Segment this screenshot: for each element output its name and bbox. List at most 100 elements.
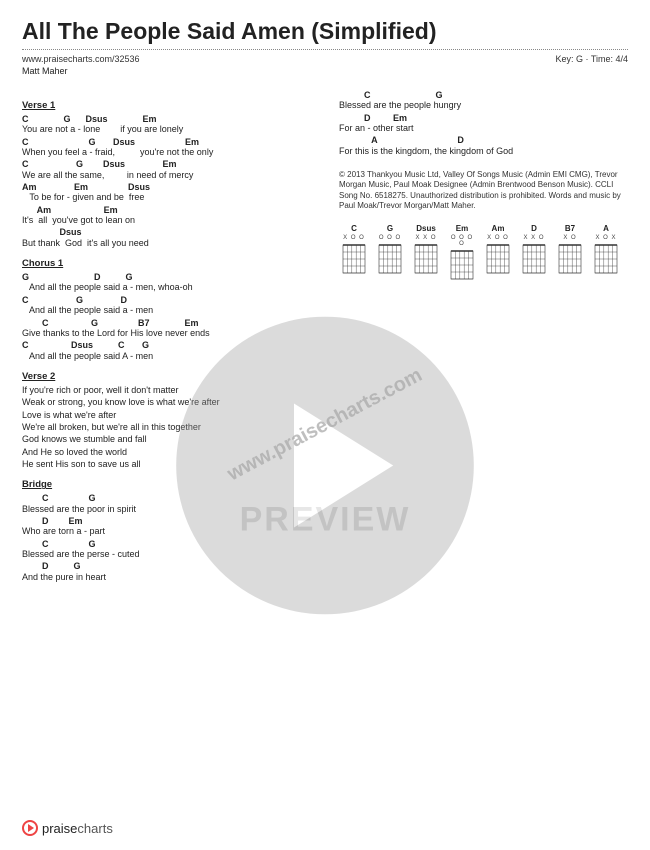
chord-row: C G D (22, 295, 311, 305)
lyric-line: Love is what we're after (22, 410, 311, 420)
section-label: Verse 2 (22, 371, 311, 382)
lyric-text: Blessed are the people hungry (339, 100, 628, 110)
lyric-text: You are not a - lone if you are lonely (22, 124, 311, 134)
lyric-text: Weak or strong, you know love is what we… (22, 397, 311, 407)
chord-label: C (339, 224, 369, 233)
lyric-text: It's all you've got to lean on (22, 215, 311, 225)
chord-row: G D G (22, 272, 311, 282)
chord-row: C G (339, 90, 628, 100)
lyric-line: C GBlessed are the perse - cuted (22, 539, 311, 560)
lyric-text: We're all broken, but we're all in this … (22, 422, 311, 432)
lyric-line: God knows we stumble and fall (22, 434, 311, 444)
section-label: Chorus 1 (22, 258, 311, 269)
left-column: Verse 1C G Dsus EmYou are not a - lone i… (22, 90, 311, 584)
lyric-text: Blessed are the poor in spirit (22, 504, 311, 514)
section-label: Verse 1 (22, 100, 311, 111)
chord-row: C G B7 Em (22, 318, 311, 328)
chord-row: Dsus (22, 227, 311, 237)
chord-label: A (591, 224, 621, 233)
lyric-text: And the pure in heart (22, 572, 311, 582)
lyric-line: Am Em Dsus To be for - given and be free (22, 182, 311, 203)
chord-diagram: Am X O O (483, 224, 513, 281)
lyric-line: C G Dsus EmYou are not a - lone if you a… (22, 114, 311, 135)
chord-label: D (519, 224, 549, 233)
chord-diagram: C X O O (339, 224, 369, 281)
chord-label: Am (483, 224, 513, 233)
chord-row: D Em (339, 113, 628, 123)
chord-row: C G Dsus Em (22, 159, 311, 169)
lyric-line: C G B7 EmGive thanks to the Lord for His… (22, 318, 311, 339)
page-title: All The People Said Amen (Simplified) (22, 18, 628, 45)
lyric-text: And all the people said a - men (22, 305, 311, 315)
lyric-line: C G D And all the people said a - men (22, 295, 311, 316)
chord-label: Em (447, 224, 477, 233)
lyric-line: C G Dsus EmWhen you feel a - fraid, you'… (22, 137, 311, 158)
copyright-text: © 2013 Thankyou Music Ltd, Valley Of Son… (339, 170, 628, 212)
chord-row: C G Dsus Em (22, 137, 311, 147)
chord-row: C Dsus C G (22, 340, 311, 350)
chord-label: Dsus (411, 224, 441, 233)
source-url: www.praisecharts.com/32536 (22, 54, 140, 64)
lyric-text: And all the people said a - men, whoa-oh (22, 282, 311, 292)
lyric-text: To be for - given and be free (22, 192, 311, 202)
divider (22, 49, 628, 50)
lyric-text: God knows we stumble and fall (22, 434, 311, 444)
chord-fretmarks: O O O O (447, 235, 477, 247)
chord-row: D G (22, 561, 311, 571)
chord-row: Am Em Dsus (22, 182, 311, 192)
chord-row: C G Dsus Em (22, 114, 311, 124)
chord-fretmarks: O O O (375, 235, 405, 241)
lyric-text: For this is the kingdom, the kingdom of … (339, 146, 628, 156)
chord-diagram: DsusX X O (411, 224, 441, 281)
lyric-text: He sent His son to save us all (22, 459, 311, 469)
footer-logo: praisecharts (22, 820, 113, 836)
lyric-line: C G Dsus EmWe are all the same, in need … (22, 159, 311, 180)
chord-diagram: B7X O (555, 224, 585, 281)
chord-fretmarks: X O O (339, 235, 369, 241)
lyric-line: Am EmIt's all you've got to lean on (22, 205, 311, 226)
lyric-line: D EmFor an - other start (339, 113, 628, 134)
footer-brand: praisecharts (42, 821, 113, 836)
lyric-line: And He so loved the world (22, 447, 311, 457)
chord-diagram: DX X O (519, 224, 549, 281)
lyric-text: Give thanks to the Lord for His love nev… (22, 328, 311, 338)
chord-diagram: Em O O O O (447, 224, 477, 281)
key-time: Key: G · Time: 4/4 (555, 54, 628, 64)
lyric-line: If you're rich or poor, well it don't ma… (22, 385, 311, 395)
chord-label: B7 (555, 224, 585, 233)
lyric-line: C Dsus C G And all the people said A - m… (22, 340, 311, 361)
chord-diagram: AX O X (591, 224, 621, 281)
chord-grid: CX O OG O O ODsusX X O EmO O O OAmX O OD… (339, 224, 628, 281)
lyric-line: D EmWho are torn a - part (22, 516, 311, 537)
lyric-text: And all the people said A - men (22, 351, 311, 361)
play-icon (22, 820, 38, 836)
lyric-text: Blessed are the perse - cuted (22, 549, 311, 559)
chord-fretmarks: X O O (483, 235, 513, 241)
lyric-text: And He so loved the world (22, 447, 311, 457)
chord-row: D Em (22, 516, 311, 526)
lyric-line: C GBlessed are the people hungry (339, 90, 628, 111)
lyric-text: If you're rich or poor, well it don't ma… (22, 385, 311, 395)
lyric-line: C GBlessed are the poor in spirit (22, 493, 311, 514)
artist-name: Matt Maher (22, 66, 628, 76)
right-column: C GBlessed are the people hungry D EmFor… (339, 90, 628, 584)
meta-row: www.praisecharts.com/32536 Key: G · Time… (22, 54, 628, 64)
lyric-line: He sent His son to save us all (22, 459, 311, 469)
lyric-text: Love is what we're after (22, 410, 311, 420)
lyric-line: DsusBut thank God it's all you need (22, 227, 311, 248)
lyric-text: But thank God it's all you need (22, 238, 311, 248)
section-label: Bridge (22, 479, 311, 490)
chord-row: Am Em (22, 205, 311, 215)
lyric-text: When you feel a - fraid, you're not the … (22, 147, 311, 157)
lyric-line: We're all broken, but we're all in this … (22, 422, 311, 432)
lyric-line: G D G And all the people said a - men, w… (22, 272, 311, 293)
chord-diagram: G O O O (375, 224, 405, 281)
chord-row: C G (22, 539, 311, 549)
lyric-text: We are all the same, in need of mercy (22, 170, 311, 180)
lyric-line: D GAnd the pure in heart (22, 561, 311, 582)
chord-label: G (375, 224, 405, 233)
chord-row: C G (22, 493, 311, 503)
lyric-line: Weak or strong, you know love is what we… (22, 397, 311, 407)
lyric-text: For an - other start (339, 123, 628, 133)
chord-row: A D (339, 135, 628, 145)
